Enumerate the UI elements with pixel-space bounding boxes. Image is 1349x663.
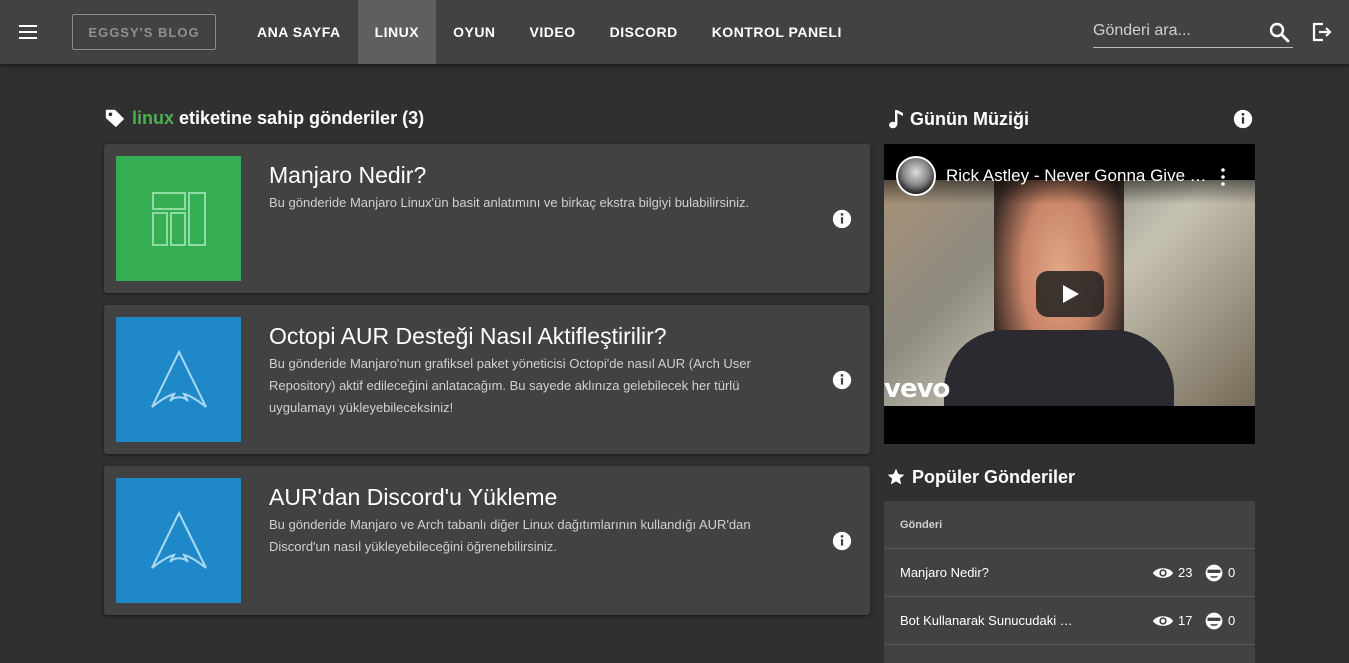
table-row[interactable]: Manjaro Nedir? 23 0 — [884, 549, 1255, 597]
logout-icon[interactable] — [1309, 20, 1333, 44]
nav-kontrol-paneli[interactable]: KONTROL PANELI — [695, 0, 859, 64]
search-box — [1093, 16, 1293, 48]
vevo-watermark: vevo — [884, 374, 950, 404]
search-input[interactable] — [1093, 16, 1263, 46]
play-icon — [1063, 285, 1079, 303]
post-title[interactable]: Manjaro Nedir? — [269, 162, 426, 189]
video-title[interactable]: Rick Astley - Never Gonna Give You Up — [946, 166, 1216, 186]
sunglasses-face-icon — [1205, 612, 1223, 629]
post-title[interactable]: AUR'dan Discord'u Yükleme — [269, 484, 557, 511]
star-icon — [887, 468, 905, 485]
page-title: linux etiketine sahip gönderiler (3) — [104, 106, 424, 130]
music-title: Günün Müziği — [886, 107, 1029, 131]
post-card[interactable]: AUR'dan Discord'u Yükleme Bu gönderide M… — [104, 466, 870, 615]
post-card[interactable]: Manjaro Nedir? Bu gönderide Manjaro Linu… — [104, 144, 870, 293]
tag-icon — [105, 109, 125, 128]
manjaro-logo — [116, 156, 241, 281]
table-header: Gönderi — [884, 501, 1255, 549]
nav-linux[interactable]: LINUX — [357, 0, 437, 64]
info-icon[interactable] — [1232, 108, 1254, 130]
row-view-count: 17 — [1178, 613, 1193, 628]
info-icon[interactable] — [831, 530, 853, 552]
nav-discord[interactable]: DISCORD — [593, 0, 695, 64]
row-like-count: 0 — [1228, 565, 1236, 580]
row-post-name[interactable]: Manjaro Nedir? — [900, 565, 1080, 580]
menu-icon[interactable] — [16, 20, 40, 44]
info-icon[interactable] — [831, 369, 853, 391]
row-like-count: 0 — [1228, 613, 1236, 628]
post-desc: Bu gönderide Manjaro Linux'ün basit anla… — [269, 195, 750, 210]
tag-name[interactable]: linux — [132, 108, 174, 129]
post-desc: Bu gönderide Manjaro ve Arch tabanlı diğ… — [269, 517, 751, 554]
nav-video[interactable]: VIDEO — [513, 0, 593, 64]
music-note-icon — [889, 110, 903, 129]
video-player[interactable]: Rick Astley - Never Gonna Give You Up ve… — [884, 144, 1255, 444]
nav-ana-sayfa[interactable]: ANA SAYFA — [240, 0, 358, 64]
arch-logo — [116, 478, 241, 603]
sunglasses-face-icon — [1205, 564, 1223, 581]
row-post-name[interactable]: Bot Kullanarak Sunucudaki Rolleri Yönetm… — [900, 613, 1080, 628]
search-icon[interactable] — [1267, 20, 1291, 44]
info-icon[interactable] — [831, 208, 853, 230]
popular-posts-table: Gönderi Manjaro Nedir? 23 0 Bot Kullanar… — [884, 501, 1255, 663]
main-nav: ANA SAYFA LINUX OYUN VIDEO DISCORD KONTR… — [240, 0, 859, 64]
top-app-bar: EGGSY'S BLOG ANA SAYFA LINUX OYUN VIDEO … — [0, 0, 1349, 64]
brand-button[interactable]: EGGSY'S BLOG — [72, 14, 216, 50]
row-view-count: 23 — [1178, 565, 1193, 580]
post-desc: Bu gönderide Manjaro'nun grafiksel paket… — [269, 356, 751, 415]
play-button[interactable] — [1036, 271, 1104, 317]
table-row[interactable]: Bot Kullanarak Sunucudaki Rolleri Yönetm… — [884, 597, 1255, 645]
arch-logo — [116, 317, 241, 442]
nav-oyun[interactable]: OYUN — [436, 0, 512, 64]
channel-avatar[interactable] — [896, 156, 936, 196]
more-options-icon[interactable] — [1221, 168, 1225, 186]
title-suffix: etiketine sahip gönderiler (3) — [179, 107, 425, 128]
post-card[interactable]: Octopi AUR Desteği Nasıl Aktifleştirilir… — [104, 305, 870, 454]
post-title[interactable]: Octopi AUR Desteği Nasıl Aktifleştirilir… — [269, 323, 667, 350]
popular-title: Popüler Gönderiler — [886, 465, 1075, 489]
eye-icon — [1152, 567, 1174, 578]
eye-icon — [1152, 615, 1174, 626]
